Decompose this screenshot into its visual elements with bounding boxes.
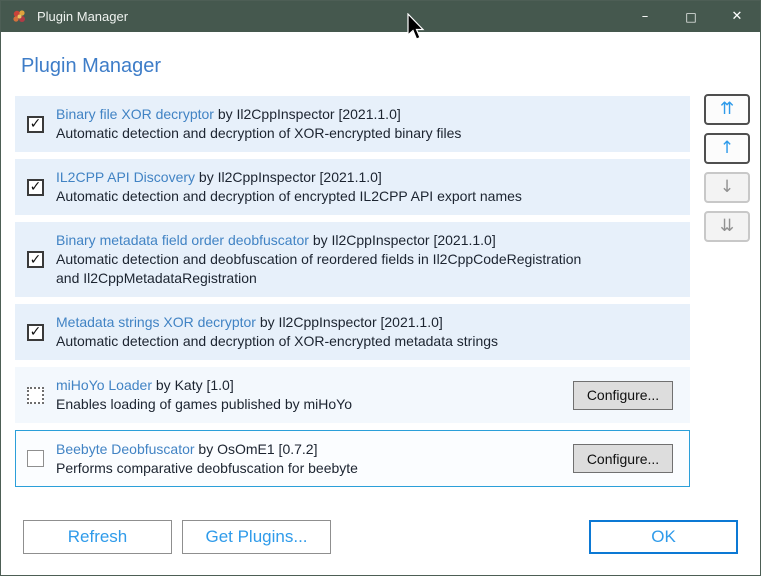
plugin-checkbox[interactable]: ✓ [27, 115, 44, 133]
plugin-checkbox[interactable]: ✓ [27, 323, 44, 341]
page-title: Plugin Manager [21, 55, 162, 77]
plugin-name-link[interactable]: Binary metadata field order deobfuscator [56, 232, 309, 248]
plugin-name-link[interactable]: miHoYo Loader [56, 377, 152, 393]
move-up-button[interactable]: ↑ [704, 133, 750, 164]
plugin-byline: by Katy [1.0] [155, 377, 234, 393]
check-icon: ✓ [29, 324, 42, 340]
check-icon: ✓ [29, 179, 42, 195]
plugin-name-link[interactable]: IL2CPP API Discovery [56, 169, 195, 185]
plugin-checkbox[interactable]: ✓ [27, 251, 44, 268]
app-icon [11, 8, 28, 25]
move-to-bottom-button[interactable]: ⇊ [704, 211, 750, 242]
plugin-description: Automatic detection and deobfuscation of… [56, 251, 582, 286]
plugin-byline: by OsOmE1 [0.7.2] [198, 440, 318, 457]
plugin-description: Automatic detection and decryption of XO… [56, 125, 462, 141]
plugin-checkbox[interactable]: ✓ [27, 386, 44, 404]
plugin-name-link[interactable]: Metadata strings XOR decryptor [56, 314, 256, 330]
move-down-button[interactable]: ↓ [704, 172, 750, 203]
plugin-checkbox[interactable]: ✓ [27, 450, 44, 467]
plugin-row-il2cpp-api-discovery[interactable]: ✓ IL2CPP API Discovery by Il2CppInspecto… [15, 159, 690, 215]
refresh-button[interactable]: Refresh [23, 520, 172, 554]
close-button[interactable]: ✕ [714, 1, 760, 32]
plugin-row-mihoyo-loader[interactable]: ✓ miHoYo Loader by Katy [1.0] Enables lo… [15, 367, 690, 423]
plugin-description: Enables loading of games published by mi… [56, 396, 353, 412]
plugin-row-binary-metadata-field-order-deobfuscator[interactable]: ✓ Binary metadata field order deobfuscat… [15, 222, 690, 297]
plugin-byline: by Il2CppInspector [2021.1.0] [217, 106, 401, 122]
plugin-row-beebyte-deobfuscator[interactable]: ✓ Beebyte Deobfuscator by OsOmE1 [0.7.2]… [15, 430, 690, 487]
plugin-manager-window: Plugin Manager – □ ✕ Plugin Manager ✓ Bi… [0, 0, 761, 576]
plugin-description: Automatic detection and decryption of en… [56, 188, 522, 204]
plugin-list: ✓ Binary file XOR decryptor by Il2CppIns… [15, 96, 690, 494]
reorder-buttons: ⇈ ↑ ↓ ⇊ [704, 94, 750, 242]
plugin-name-link[interactable]: Beebyte Deobfuscator [56, 441, 195, 457]
plugin-row-metadata-strings-xor-decryptor[interactable]: ✓ Metadata strings XOR decryptor by Il2C… [15, 304, 690, 360]
plugin-byline: by Il2CppInspector [2021.1.0] [312, 232, 496, 248]
ok-button[interactable]: OK [589, 520, 738, 554]
configure-button[interactable]: Configure... [573, 380, 673, 410]
move-to-top-button[interactable]: ⇈ [704, 94, 750, 125]
get-plugins-button[interactable]: Get Plugins... [182, 520, 331, 554]
plugin-byline: by Il2CppInspector [2021.1.0] [259, 314, 443, 330]
check-icon: ✓ [29, 116, 42, 132]
titlebar[interactable]: Plugin Manager – □ ✕ [1, 1, 760, 32]
plugin-checkbox[interactable]: ✓ [27, 178, 44, 196]
plugin-row-binary-file-xor-decryptor[interactable]: ✓ Binary file XOR decryptor by Il2CppIns… [15, 96, 690, 152]
configure-button[interactable]: Configure... [573, 444, 673, 473]
plugin-byline: by Il2CppInspector [2021.1.0] [198, 169, 382, 185]
plugin-description: Automatic detection and decryption of XO… [56, 333, 499, 349]
plugin-name-link[interactable]: Binary file XOR decryptor [56, 106, 214, 122]
maximize-button[interactable]: □ [668, 1, 714, 32]
window-title: Plugin Manager [37, 9, 129, 24]
window-controls: – □ ✕ [622, 1, 760, 32]
check-icon: ✓ [29, 251, 42, 268]
plugin-description: Performs comparative deobfuscation for b… [56, 459, 358, 476]
minimize-button[interactable]: – [622, 1, 668, 32]
